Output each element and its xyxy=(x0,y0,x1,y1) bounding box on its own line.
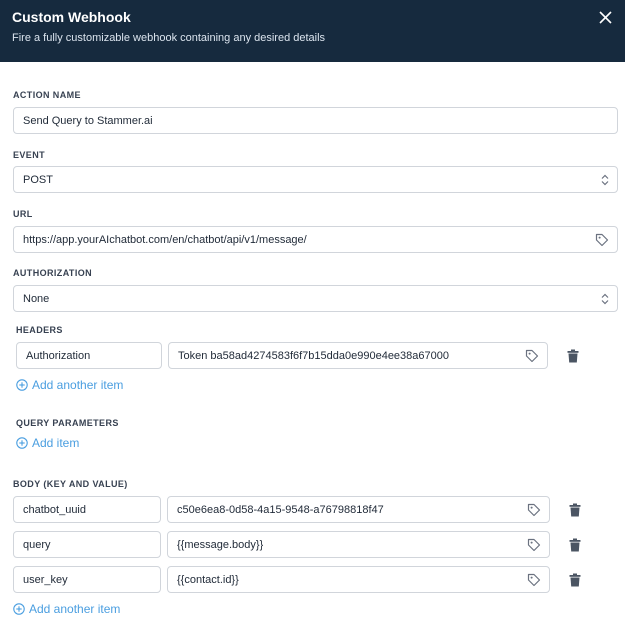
url-value: https://app.yourAIchatbot.com/en/chatbot… xyxy=(23,233,307,246)
trash-icon xyxy=(569,538,581,552)
body-value-input[interactable]: c50e6ea8-0d58-4a15-9548-a76798818f47 xyxy=(167,496,550,523)
add-query-parameter-label: Add item xyxy=(32,436,80,450)
delete-body-row-button[interactable] xyxy=(567,572,583,588)
close-icon xyxy=(598,10,612,24)
body-key-value: user_key xyxy=(23,573,68,586)
body-key-input[interactable]: query xyxy=(13,531,161,558)
authorization-select[interactable]: None xyxy=(13,285,618,312)
header-key-input[interactable]: Authorization xyxy=(16,342,162,369)
tag-icon[interactable] xyxy=(595,233,609,247)
event-label: EVENT xyxy=(13,150,46,160)
modal-subtitle: Fire a fully customizable webhook contai… xyxy=(12,32,326,44)
header-key-value: Authorization xyxy=(26,349,91,362)
body-key-value: query xyxy=(23,538,51,551)
add-query-parameter-button[interactable]: Add item xyxy=(16,436,79,450)
header-value-value: Token ba58ad4274583f6f7b15dda0e990e4ee38… xyxy=(178,349,449,362)
action-name-value: Send Query to Stammer.ai xyxy=(23,114,153,127)
body-value-value: {{contact.id}} xyxy=(177,573,239,586)
url-input[interactable]: https://app.yourAIchatbot.com/en/chatbot… xyxy=(13,226,618,253)
body-key-input[interactable]: user_key xyxy=(13,566,161,593)
body-value-value: {{message.body}} xyxy=(177,538,264,551)
authorization-value: None xyxy=(23,292,50,305)
add-header-item-label: Add another item xyxy=(32,378,124,392)
trash-icon xyxy=(567,349,579,363)
body-value-input[interactable]: {{message.body}} xyxy=(167,531,550,558)
plus-circle-icon xyxy=(13,603,25,615)
body-value-value: c50e6ea8-0d58-4a15-9548-a76798818f47 xyxy=(177,503,384,516)
tag-icon[interactable] xyxy=(527,573,541,587)
body-key-value: chatbot_uuid xyxy=(23,503,86,516)
event-value: POST xyxy=(23,173,53,186)
tag-icon[interactable] xyxy=(525,349,539,363)
action-name-label: ACTION NAME xyxy=(13,90,81,100)
event-select[interactable]: POST xyxy=(13,166,618,193)
select-arrows-icon xyxy=(601,293,609,305)
trash-icon xyxy=(569,573,581,587)
tag-icon[interactable] xyxy=(527,503,541,517)
header-value-input[interactable]: Token ba58ad4274583f6f7b15dda0e990e4ee38… xyxy=(168,342,548,369)
body-label: BODY (KEY AND VALUE) xyxy=(13,479,128,489)
modal-header: Custom Webhook Fire a fully customizable… xyxy=(0,0,625,62)
tag-icon[interactable] xyxy=(527,538,541,552)
query-parameters-label: QUERY PARAMETERS xyxy=(16,418,119,428)
delete-header-button[interactable] xyxy=(565,348,581,364)
add-header-item-button[interactable]: Add another item xyxy=(16,378,123,392)
plus-circle-icon xyxy=(16,379,28,391)
plus-circle-icon xyxy=(16,437,28,449)
action-name-input[interactable]: Send Query to Stammer.ai xyxy=(13,107,618,134)
body-key-input[interactable]: chatbot_uuid xyxy=(13,496,161,523)
add-body-item-button[interactable]: Add another item xyxy=(13,602,120,616)
delete-body-row-button[interactable] xyxy=(567,537,583,553)
select-arrows-icon xyxy=(601,174,609,186)
url-label: URL xyxy=(13,209,33,219)
close-button[interactable] xyxy=(594,6,616,28)
headers-label: HEADERS xyxy=(16,325,63,335)
delete-body-row-button[interactable] xyxy=(567,502,583,518)
modal-title: Custom Webhook xyxy=(12,9,131,25)
body-value-input[interactable]: {{contact.id}} xyxy=(167,566,550,593)
authorization-label: AUTHORIZATION xyxy=(13,268,93,278)
trash-icon xyxy=(569,503,581,517)
add-body-item-label: Add another item xyxy=(29,602,121,616)
